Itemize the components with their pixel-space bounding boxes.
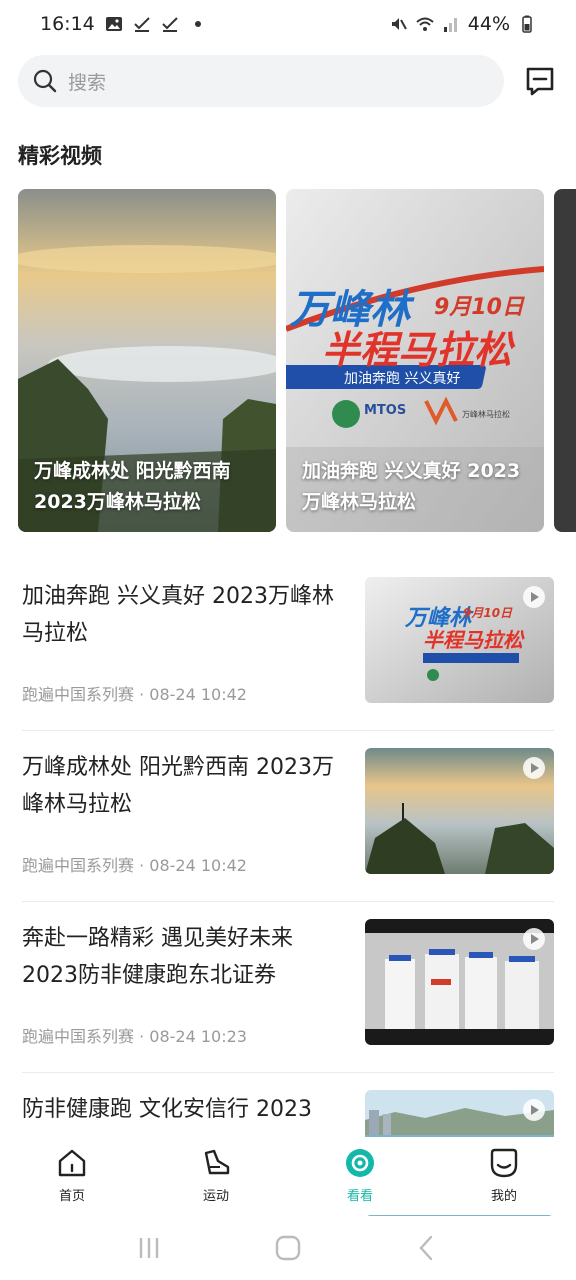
check-notification-icon: [162, 17, 178, 32]
list-item-thumbnail: [365, 748, 554, 874]
svg-text:半程马拉松: 半程马拉松: [423, 628, 525, 652]
mute-icon: [391, 18, 407, 30]
nav-home[interactable]: 首页: [0, 1137, 144, 1215]
wifi-icon: [416, 17, 434, 31]
poster-partner: 万峰林马拉松: [462, 410, 510, 419]
list-item-thumbnail: 万峰林 9月10日 半程马拉松: [365, 577, 554, 703]
featured-caption: 万峰成林处 阳光黔西南 2023万峰林马拉松: [34, 460, 231, 513]
list-item-title: 奔赴一路精彩 遇见美好未来 2023防非健康跑东北证券: [22, 926, 293, 988]
poster-date: 9月10日: [434, 295, 524, 320]
profile-icon: [490, 1148, 518, 1178]
home-icon: [58, 1149, 86, 1177]
search-placeholder: 搜索: [68, 71, 107, 94]
list-item-thumbnail: [365, 919, 554, 1045]
signal-icon: [443, 18, 457, 32]
play-icon: [523, 928, 545, 950]
play-icon: [523, 586, 545, 608]
search-row: 搜索: [18, 55, 558, 107]
shoe-icon: [204, 1149, 230, 1175]
play-icon: [523, 757, 545, 779]
list-item[interactable]: 加油奔跑 兴义真好 2023万峰林马拉松 跑遍中国系列赛 · 08-24 10:…: [22, 560, 554, 731]
battery-icon: [522, 15, 532, 33]
bottom-nav: 首页 运动 看看 我的: [0, 1137, 576, 1215]
svg-text:9月10日: 9月10日: [463, 606, 513, 620]
list-item-title: 万峰成林处 阳光黔西南 2023万峰林马拉松: [22, 755, 334, 817]
list-item-meta: 跑遍中国系列赛 · 08-24 10:42: [22, 685, 247, 704]
dot-icon: [194, 21, 201, 27]
featured-card[interactable]: 万峰林 9月10日 半程马拉松 加油奔跑 兴义真好 MTOS 万峰林马拉松 加油…: [286, 189, 544, 532]
featured-card[interactable]: [554, 189, 576, 532]
nav-label-active: 看看: [346, 1189, 373, 1204]
check-notification-icon: [134, 17, 150, 32]
list-item-meta: 跑遍中国系列赛 · 08-24 10:42: [22, 856, 247, 875]
list-item-meta: 跑遍中国系列赛 · 08-24 10:23: [22, 1027, 247, 1046]
search-icon: [33, 69, 57, 93]
featured-caption: 加油奔跑 兴义真好 2023万峰林马拉松: [302, 460, 521, 513]
nav-label: 首页: [58, 1189, 85, 1204]
nav-label: 我的: [490, 1189, 517, 1204]
nav-sport[interactable]: 运动: [144, 1137, 288, 1215]
featured-card[interactable]: 万峰成林处 阳光黔西南 2023万峰林马拉松: [18, 189, 276, 532]
play-icon: [523, 1099, 545, 1121]
list-item-title: 加油奔跑 兴义真好 2023万峰林马拉松: [22, 584, 334, 646]
poster-logo: MTOS: [364, 403, 407, 418]
nav-me[interactable]: 我的: [432, 1137, 576, 1215]
battery-level: 44%: [467, 13, 510, 35]
poster-slogan: 加油奔跑 兴义真好: [344, 371, 461, 387]
system-nav: [0, 1215, 576, 1280]
recent-apps-icon[interactable]: [135, 1234, 163, 1262]
nav-watch[interactable]: 看看: [288, 1137, 432, 1215]
status-bar: 16:14 44%: [0, 0, 576, 48]
gallery-notification-icon: [105, 17, 122, 31]
list-item[interactable]: 奔赴一路精彩 遇见美好未来 2023防非健康跑东北证券 跑遍中国系列赛 · 08…: [22, 902, 554, 1073]
featured-carousel[interactable]: 万峰成林处 阳光黔西南 2023万峰林马拉松 万峰林 9月10日 半程马拉松 加…: [18, 189, 576, 532]
list-item[interactable]: 万峰成林处 阳光黔西南 2023万峰林马拉松 跑遍中国系列赛 · 08-24 1…: [22, 731, 554, 902]
list-item-title: 防非健康跑 文化安信行 2023: [22, 1097, 312, 1122]
search-input[interactable]: 搜索: [18, 55, 504, 107]
nav-label: 运动: [202, 1189, 229, 1204]
status-time: 16:14: [40, 13, 95, 35]
back-icon[interactable]: [413, 1234, 441, 1262]
message-icon[interactable]: [524, 65, 556, 97]
section-title: 精彩视频: [18, 144, 102, 168]
poster-title-2: 半程马拉松: [322, 328, 513, 372]
home-button-icon[interactable]: [274, 1234, 302, 1262]
watch-icon: [346, 1149, 374, 1177]
